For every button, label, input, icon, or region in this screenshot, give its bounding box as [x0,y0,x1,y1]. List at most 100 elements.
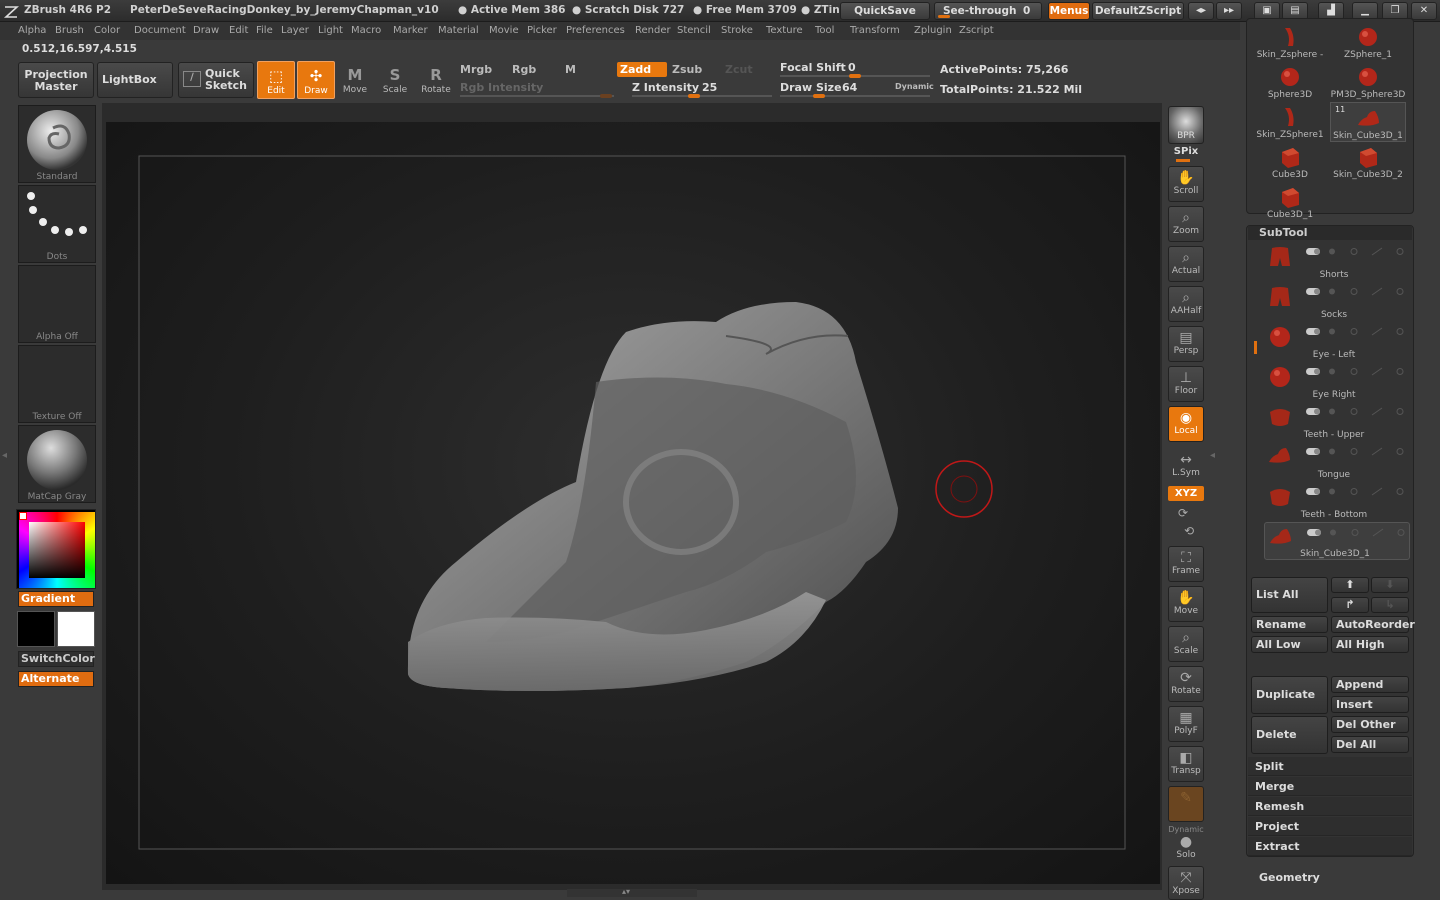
dynamic-button[interactable]: Dynamic [895,82,934,91]
menu-movie[interactable]: Movie [489,25,519,36]
extract-section[interactable]: Extract [1248,837,1412,856]
primary-color-swatch[interactable] [17,611,55,647]
bottom-tray-arrow-icon[interactable]: ▴▾ [622,887,630,896]
viewport-canvas[interactable] [106,122,1160,884]
list-all-button[interactable]: List All [1251,577,1328,613]
subtool-scroll-marker[interactable] [1254,341,1257,354]
lsym-button[interactable]: ↔ L.Sym [1168,450,1204,480]
duplicate-button[interactable]: Duplicate [1251,676,1328,714]
alpha-selector[interactable]: Alpha Off [18,265,96,343]
tool-list-item[interactable]: Sphere3D [1252,62,1328,102]
menu-texture[interactable]: Texture [766,25,803,36]
default-zscript-button[interactable]: DefaultZScript [1092,2,1184,20]
focal-shift-knob[interactable] [849,74,861,78]
merge-section[interactable]: Merge [1248,777,1412,796]
color-picker[interactable] [16,509,96,589]
right-arrows-icon[interactable]: ▸▸ [1216,2,1242,20]
quicksave-button[interactable]: QuickSave [840,2,930,20]
del-all-button[interactable]: Del All [1331,736,1409,753]
tool-list-item[interactable]: Cube3D_1 [1252,182,1328,222]
subtool-toggles[interactable] [1307,528,1407,538]
z-intensity-slider[interactable]: Z Intensity 25 [632,81,772,95]
menu-brush[interactable]: Brush [55,25,84,36]
transp-button[interactable]: ◧ Transp [1168,746,1204,782]
menu-macro[interactable]: Macro [351,25,381,36]
subtool-header[interactable]: SubTool [1248,226,1412,240]
all-high-button[interactable]: All High [1331,636,1409,653]
menu-stencil[interactable]: Stencil [677,25,711,36]
rotate-tool-button[interactable]: R Rotate [417,61,455,99]
subtool-toggles[interactable] [1306,287,1406,297]
draw-size-knob[interactable] [813,94,825,98]
all-low-button[interactable]: All Low [1251,636,1328,653]
zcut-button[interactable]: Zcut [725,63,753,76]
subtool-row[interactable]: Eye - Left [1264,322,1410,360]
subtool-row[interactable]: Teeth - Upper [1264,402,1410,440]
ghost-button[interactable]: ✎ [1168,786,1204,822]
saturation-square[interactable] [29,522,85,578]
menu-draw[interactable]: Draw [193,25,219,36]
zadd-button[interactable]: Zadd [617,62,667,77]
subtool-row[interactable]: Teeth - Bottom [1264,482,1410,520]
close-icon[interactable]: ✕ [1411,2,1437,20]
actual-button[interactable]: ⌕ Actual [1168,246,1204,282]
menus-button[interactable]: Menus [1048,2,1090,20]
spix-knob[interactable] [1176,159,1190,162]
lightbox-button[interactable]: LightBox [97,62,173,98]
right-tray-arrow-icon[interactable]: ◂ [1210,450,1215,461]
bottom-tray-handle[interactable] [567,889,697,897]
menu-edit[interactable]: Edit [229,25,248,36]
left-tray-arrow-icon[interactable]: ◂ [2,450,7,461]
gradient-toggle[interactable]: Gradient [18,591,94,607]
menu-color[interactable]: Color [94,25,120,36]
subtool-row[interactable]: Shorts [1264,242,1410,280]
tool-list-item[interactable]: PM3D_Sphere3D [1330,62,1406,102]
geometry-header[interactable]: Geometry [1259,871,1320,884]
menu-tool[interactable]: Tool [815,25,834,36]
move-left-arrow-icon[interactable]: ↳ [1371,597,1409,613]
menu-render[interactable]: Render [635,25,671,36]
menu-layer[interactable]: Layer [281,25,309,36]
spix-slider[interactable]: SPix [1168,146,1204,157]
xyz-symmetry-button[interactable]: XYZ [1168,486,1204,501]
scale-tool-button[interactable]: S Scale [376,61,414,99]
frame-button[interactable]: ⛶ Frame [1168,546,1204,582]
menu-preferences[interactable]: Preferences [566,25,625,36]
remesh-section[interactable]: Remesh [1248,797,1412,816]
floor-button[interactable]: ⊥ Floor [1168,366,1204,402]
menu-document[interactable]: Document [134,25,186,36]
auto-reorder-button[interactable]: AutoReorder [1331,616,1415,633]
append-button[interactable]: Append [1331,676,1409,693]
subtool-row[interactable]: Eye Right [1264,362,1410,400]
menu-file[interactable]: File [256,25,273,36]
rgb-intensity-knob[interactable] [600,94,612,98]
menu-marker[interactable]: Marker [393,25,428,36]
local-button[interactable]: ◉ Local [1168,406,1204,442]
persp-button[interactable]: ▤ Persp [1168,326,1204,362]
solo-button[interactable]: ● Solo [1168,834,1204,862]
project-section[interactable]: Project [1248,817,1412,836]
focal-shift-slider[interactable]: Focal Shift 0 [780,61,930,75]
subtool-toggles[interactable] [1306,487,1406,497]
subtool-toggles[interactable] [1306,247,1406,257]
rgb-button[interactable]: Rgb [512,63,536,76]
mrgb-button[interactable]: Mrgb [460,63,492,76]
see-through-slider[interactable]: See-through 0 [934,2,1042,20]
z-intensity-knob[interactable] [688,94,700,98]
tool-list-item[interactable]: Cube3D [1252,142,1328,182]
delete-button[interactable]: Delete [1251,716,1328,754]
alternate-toggle[interactable]: Alternate [18,671,94,687]
subtool-toggles[interactable] [1306,407,1406,417]
bpr-render-button[interactable]: BPR [1168,106,1204,144]
switch-color-button[interactable]: SwitchColor [18,651,95,667]
draw-tool-button[interactable]: ✣ Draw [297,61,335,99]
menu-stroke[interactable]: Stroke [721,25,753,36]
secondary-color-swatch[interactable] [57,611,95,647]
rotate-z-icon[interactable]: ⟲ [1184,524,1194,538]
projection-master-button[interactable]: Projection Master [18,62,94,98]
subtool-row[interactable]: Tongue [1264,442,1410,480]
del-other-button[interactable]: Del Other [1331,716,1409,733]
left-arrows-icon[interactable]: ◂▸ [1188,2,1214,20]
aahalf-button[interactable]: ⌕ AAHalf [1168,286,1204,322]
rename-button[interactable]: Rename [1251,616,1328,633]
